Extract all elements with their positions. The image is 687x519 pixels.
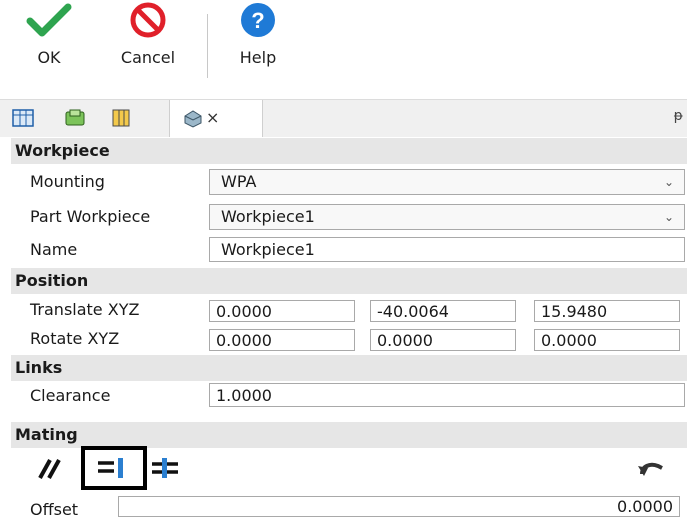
help-icon: ?	[241, 3, 275, 37]
translate-x-field[interactable]: 0.0000	[209, 300, 355, 322]
workpiece-icon	[184, 110, 202, 128]
help-label: Help	[239, 48, 277, 67]
rotate-z-field[interactable]: 0.0000	[534, 329, 680, 351]
table-view-icon[interactable]	[12, 108, 34, 128]
part-workpiece-value: Workpiece1	[221, 207, 315, 226]
mounting-select[interactable]: WPA ⌄	[209, 169, 685, 195]
clearance-field[interactable]: 1.0000	[209, 383, 685, 407]
name-label: Name	[30, 240, 78, 259]
cancel-button[interactable]: Cancel	[108, 0, 188, 90]
clearance-label: Clearance	[30, 386, 111, 405]
section-workpiece[interactable]: Workpiece	[11, 138, 687, 164]
close-icon[interactable]: ×	[206, 108, 219, 127]
chevron-down-icon: ⌄	[663, 175, 674, 189]
translate-z-field[interactable]: 15.9480	[534, 300, 680, 322]
rotate-y-field[interactable]: 0.0000	[370, 329, 516, 351]
section-links[interactable]: Links	[11, 355, 687, 381]
checkmark-icon	[26, 3, 72, 37]
rotate-label: Rotate XYZ	[30, 329, 120, 348]
section-position[interactable]: Position	[11, 268, 687, 294]
rotate-x-field[interactable]: 0.0000	[209, 329, 355, 351]
stock-icon[interactable]	[110, 108, 132, 128]
align-icon[interactable]	[96, 456, 132, 480]
ok-button[interactable]: OK	[24, 0, 74, 90]
name-field[interactable]: Workpiece1	[209, 237, 685, 262]
distance-icon[interactable]	[148, 456, 184, 480]
part-workpiece-select[interactable]: Workpiece1 ⌄	[209, 204, 685, 230]
translate-label: Translate XYZ	[30, 300, 140, 319]
ok-label: OK	[37, 48, 61, 67]
svg-text:?: ?	[251, 8, 264, 33]
parallel-icon[interactable]	[32, 456, 72, 480]
offset-label: Offset	[30, 500, 79, 519]
cancel-label: Cancel	[120, 48, 176, 67]
section-mating[interactable]: Mating	[11, 422, 687, 448]
translate-y-field[interactable]: -40.0064	[370, 300, 516, 322]
mounting-label: Mounting	[30, 172, 105, 191]
pin-icon[interactable]: ᵽ	[674, 108, 683, 124]
panel-tabstrip: × ᵽ	[0, 99, 687, 137]
part-workpiece-label: Part Workpiece	[30, 207, 151, 226]
cancel-icon	[130, 2, 166, 38]
offset-field[interactable]: 0.0000	[118, 496, 680, 517]
chevron-down-icon: ⌄	[663, 210, 674, 224]
toolbar-separator	[207, 14, 208, 78]
tab-workpiece[interactable]: ×	[169, 100, 263, 137]
mounting-value: WPA	[221, 172, 257, 191]
help-button[interactable]: ? Help	[228, 0, 288, 90]
undo-icon[interactable]	[636, 458, 666, 480]
part-icon[interactable]	[64, 108, 86, 128]
